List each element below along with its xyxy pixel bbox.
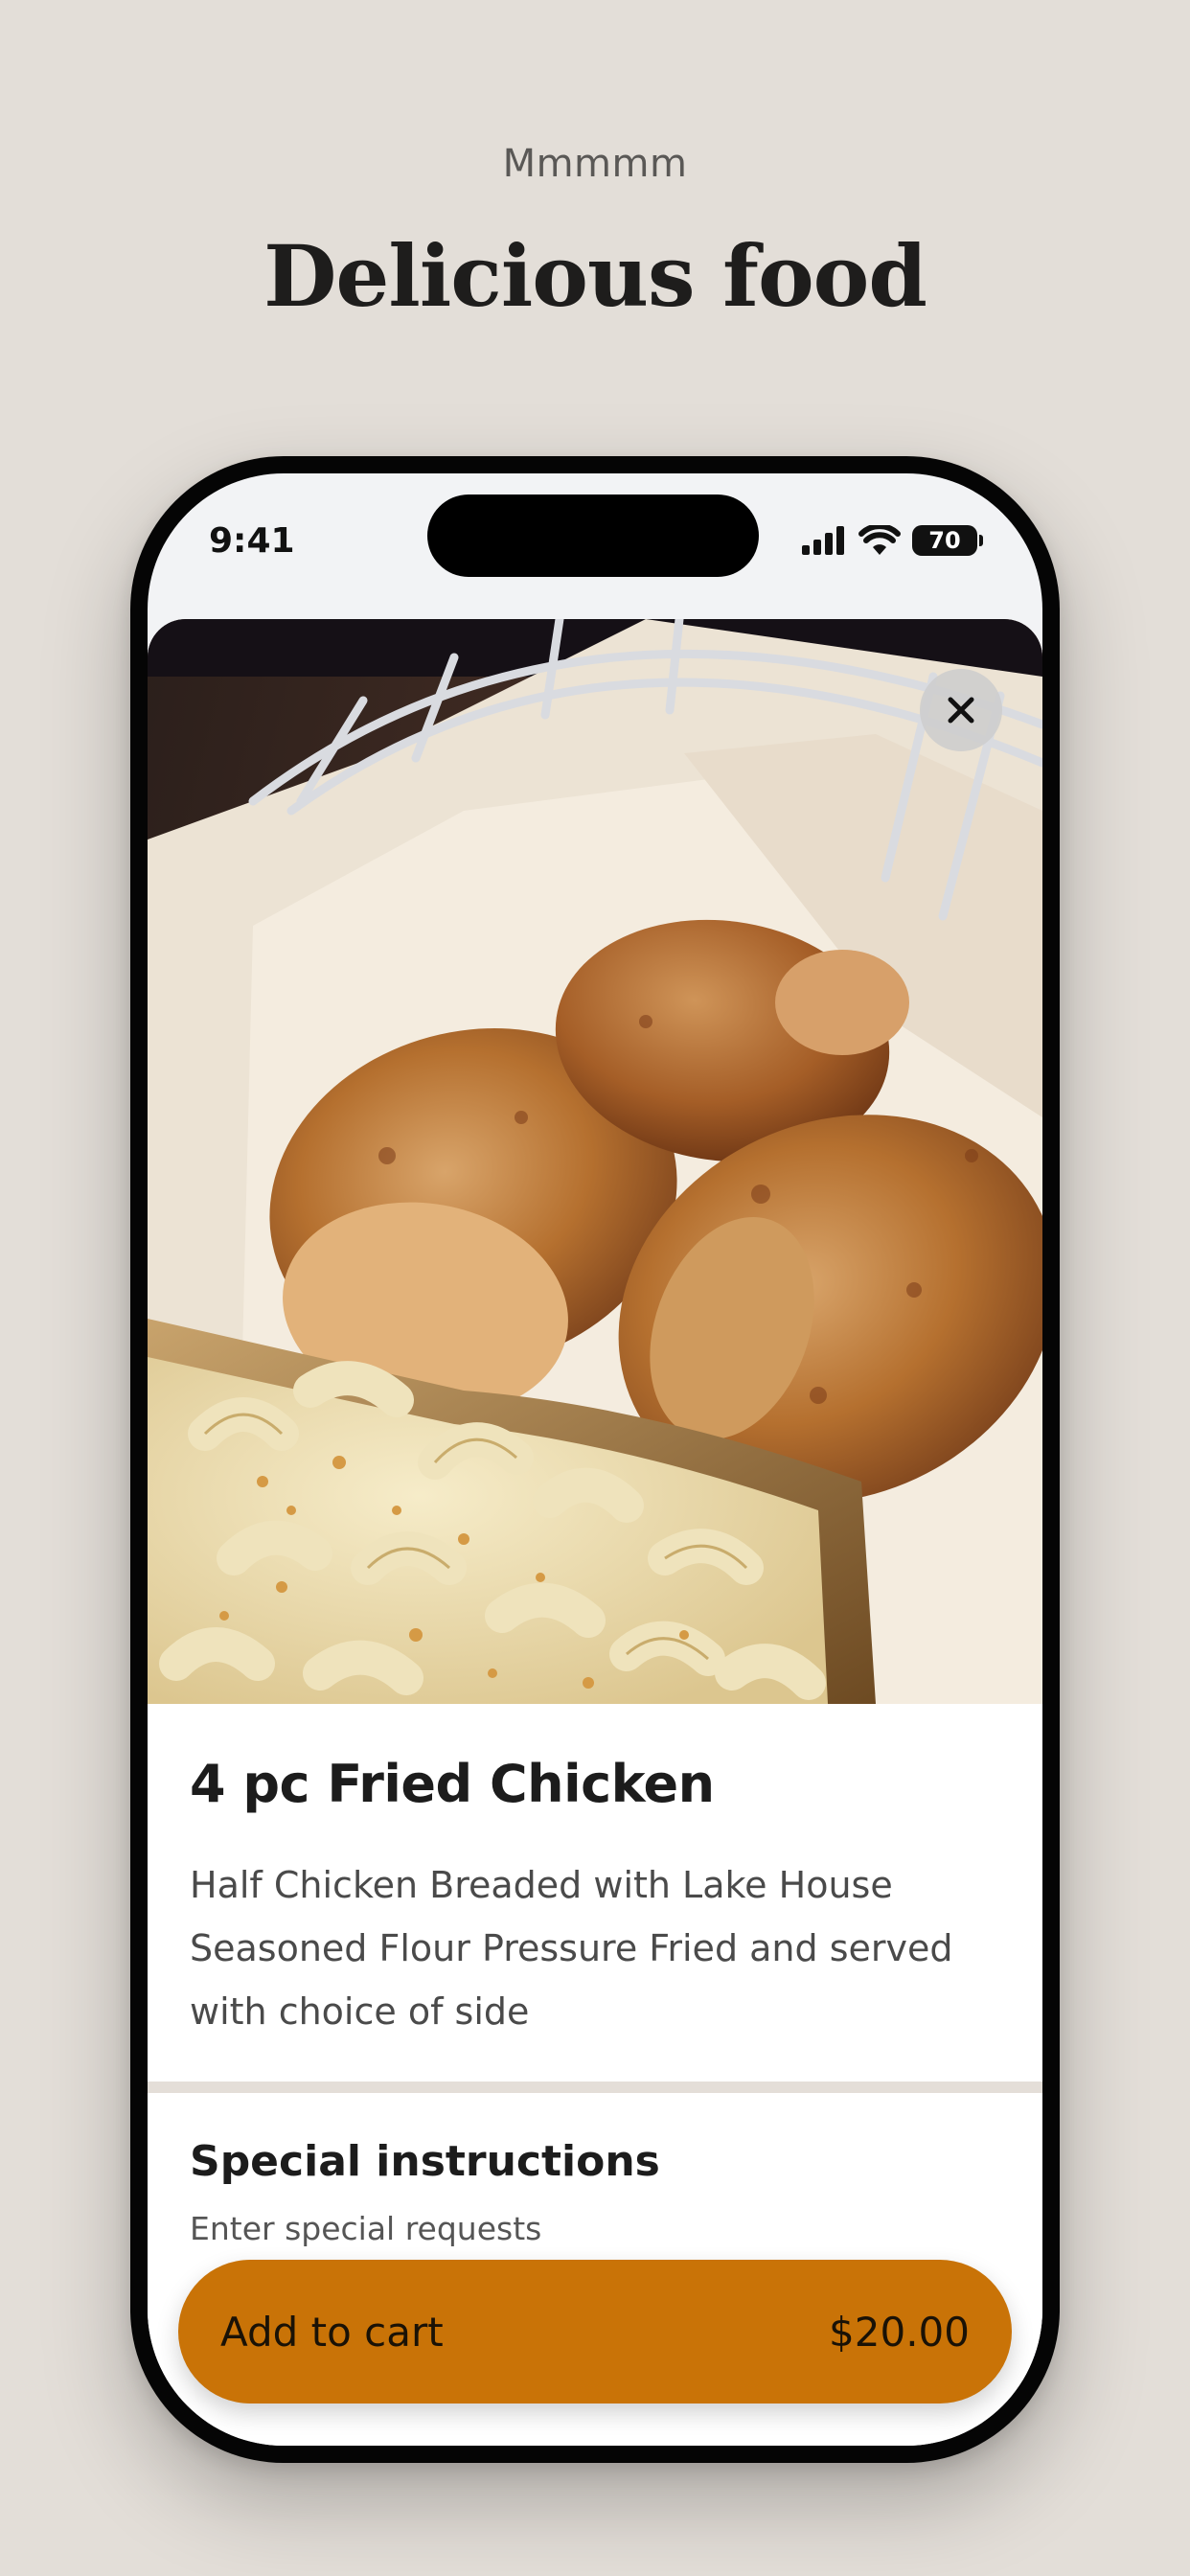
wifi-icon <box>858 525 901 555</box>
promo-eyebrow: Mmmmm <box>502 142 688 186</box>
phone-frame: 9:41 70 4 pc Fried Chicken Half Chicken … <box>130 456 1060 2463</box>
dynamic-island <box>427 494 759 577</box>
add-to-cart-label: Add to cart <box>220 2308 444 2356</box>
item-detail-sheet: 4 pc Fried Chicken Half Chicken Breaded … <box>148 619 1042 2446</box>
signal-icon <box>802 526 844 555</box>
special-instructions-title: Special instructions <box>190 2137 660 2186</box>
status-time: 9:41 <box>209 521 295 561</box>
battery-icon: 70 <box>912 525 983 556</box>
add-to-cart-button[interactable]: Add to cart $20.00 <box>178 2260 1012 2404</box>
status-icons: 70 <box>801 523 983 558</box>
special-requests-input[interactable] <box>190 2210 1000 2247</box>
section-divider <box>148 2082 1042 2093</box>
promo-headline: Delicious food <box>263 226 927 326</box>
item-description: Half Chicken Breaded with Lake House Sea… <box>190 1864 953 2033</box>
cart-price: $20.00 <box>829 2308 970 2356</box>
fried-chicken-photo <box>148 619 1042 1704</box>
close-button[interactable] <box>920 669 1002 751</box>
close-icon <box>948 697 974 724</box>
item-title: 4 pc Fried Chicken <box>190 1754 715 1814</box>
phone-screen: 9:41 70 4 pc Fried Chicken Half Chicken … <box>148 473 1042 2446</box>
